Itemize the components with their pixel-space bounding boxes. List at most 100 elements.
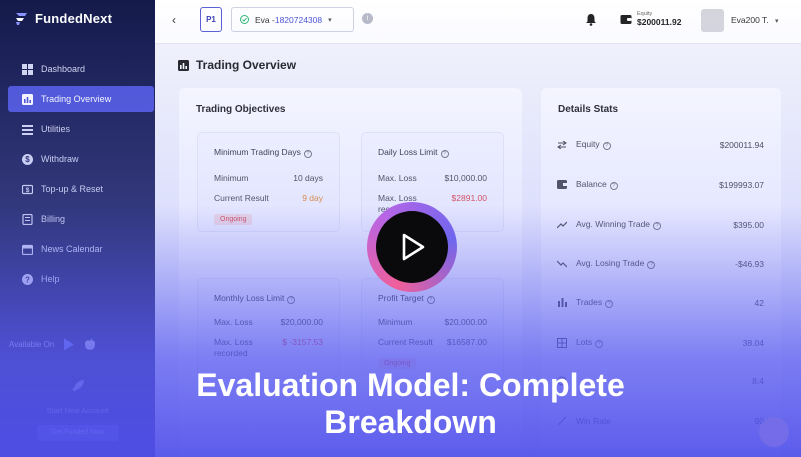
sidebar-item-label: Dashboard — [41, 64, 86, 74]
help-icon[interactable]: ? — [602, 142, 611, 150]
trend-up-icon — [557, 221, 567, 228]
help-icon[interactable]: ? — [303, 150, 312, 158]
wallet-icon — [557, 180, 567, 189]
sidebar-item-label: Help — [41, 274, 60, 284]
dollar-icon: $ — [22, 153, 33, 165]
available-on: Available On — [9, 338, 96, 351]
row-label: Max. Loss — [214, 317, 253, 327]
help-icon[interactable]: ? — [647, 261, 656, 269]
card-title-text: Monthly Loss Limit — [214, 293, 285, 303]
row-label: Max. Loss — [378, 173, 417, 183]
profit-target-card: Profit Target? Minimum $20,000.00 Current… — [361, 278, 504, 378]
phase-badge[interactable]: P1 — [200, 7, 222, 32]
sidebar-item-label: Top-up & Reset — [41, 184, 104, 194]
svg-text:$: $ — [25, 155, 30, 164]
row-value: 10 days — [293, 173, 323, 183]
monthly-loss-limit-card: Monthly Loss Limit? Max. Loss $20,000.00 … — [197, 278, 340, 378]
sidebar-item-trading-overview[interactable]: Trading Overview — [8, 86, 154, 112]
google-play-icon[interactable] — [63, 338, 75, 351]
stat-label-text: Equity — [576, 139, 600, 149]
help-icon: ? — [22, 273, 33, 285]
chart-icon — [178, 59, 189, 71]
headline-line-1: Evaluation Model: Complete — [196, 367, 625, 403]
min-trading-days-card: Minimum Trading Days? Minimum 10 days Cur… — [197, 132, 340, 232]
sidebar-item-dashboard[interactable]: Dashboard — [8, 56, 154, 82]
stat-label: Lots? — [576, 337, 604, 348]
row-label: Minimum — [214, 173, 249, 183]
check-circle-icon — [240, 15, 249, 24]
chevron-left-icon[interactable]: ‹ — [172, 13, 176, 27]
stat-label-text: Avg. Losing Trade — [576, 258, 645, 268]
sidebar-item-label: Utilities — [41, 124, 71, 134]
card-title: Minimum Trading Days? — [214, 147, 312, 158]
help-icon[interactable]: ? — [595, 340, 604, 348]
trades-icon — [558, 298, 567, 307]
lots-icon — [557, 337, 567, 348]
page-title: Trading Overview — [178, 58, 296, 72]
help-icon[interactable]: ? — [426, 296, 435, 304]
stat-value: -$46.93 — [735, 258, 764, 269]
trend-down-icon — [557, 260, 567, 267]
avatar[interactable] — [701, 9, 724, 32]
card-row: Minimum 10 days — [214, 173, 323, 183]
sidebar-item-help[interactable]: ? Help — [8, 266, 154, 292]
help-icon[interactable]: ? — [609, 182, 618, 190]
row-value: $16587.00 — [446, 337, 487, 347]
sidebar-item-withdraw[interactable]: $ Withdraw — [8, 146, 154, 172]
sidebar-item-news-calendar[interactable]: News Calendar — [8, 236, 154, 262]
topup-icon: $ — [22, 184, 33, 194]
chevron-down-icon: ▾ — [328, 16, 332, 24]
card-title: Profit Target? — [378, 293, 435, 304]
row-label: Max. Loss recorded — [214, 337, 253, 358]
stat-row-avg-winning-trade: Avg. Winning Trade? $395.00 — [557, 219, 764, 230]
account-selector[interactable]: Eva -1820724308 ▾ — [231, 7, 354, 32]
card-row: Minimum $20,000.00 — [378, 317, 487, 327]
help-icon[interactable]: ? — [653, 222, 662, 230]
sidebar-item-label: Withdraw — [41, 154, 79, 164]
card-row: Current Result $16587.00 — [378, 337, 487, 347]
wallet-icon — [620, 14, 632, 24]
bell-icon[interactable] — [585, 13, 597, 26]
stat-label-text: Balance — [576, 179, 607, 189]
panel-title: Trading Objectives — [196, 104, 286, 115]
stat-row-avg-losing-trade: Avg. Losing Trade? -$46.93 — [557, 258, 764, 269]
sidebar-item-label: News Calendar — [41, 244, 103, 254]
apple-icon[interactable] — [84, 338, 96, 351]
row-value: $ -3157.53 — [282, 337, 323, 347]
svg-text:$: $ — [26, 187, 30, 194]
stat-label: Equity? — [576, 139, 611, 150]
available-on-label: Available On — [9, 340, 55, 349]
stat-row-lots: Lots? 38.04 — [557, 337, 764, 348]
play-button-inner — [376, 211, 448, 283]
user-name: Eva200 T. — [731, 15, 769, 25]
play-button[interactable] — [367, 202, 457, 292]
stat-label-text: Trades — [576, 297, 603, 307]
fundednext-logo-icon — [16, 13, 27, 25]
help-icon[interactable]: ? — [605, 300, 614, 308]
help-icon[interactable]: ? — [440, 150, 449, 158]
video-headline: Evaluation Model: Complete Breakdown — [0, 367, 801, 441]
info-icon[interactable]: i — [362, 13, 373, 24]
stat-row-equity: Equity? $200011.94 — [557, 139, 764, 150]
stat-label-text: Lots — [576, 337, 593, 347]
account-name: Eva - — [255, 14, 275, 25]
sidebar-item-utilities[interactable]: Utilities — [8, 116, 154, 142]
chart-icon — [22, 93, 33, 105]
row-value: 9 day — [302, 193, 323, 203]
user-menu[interactable]: Eva200 T. ▾ — [731, 15, 779, 25]
sidebar-item-billing[interactable]: Billing — [8, 206, 154, 232]
account-number: 1820724308 — [274, 14, 323, 25]
sidebar-item-topup-reset[interactable]: $ Top-up & Reset — [8, 176, 154, 202]
swap-icon — [557, 140, 567, 149]
brand-logo[interactable]: FundedNext — [14, 10, 112, 26]
chat-bubble-icon[interactable] — [759, 417, 789, 447]
equity-text: Equity $200011.92 — [637, 11, 681, 27]
stat-value: 38.04 — [742, 337, 764, 348]
card-row: Max. Loss recorded $ -3157.53 — [214, 337, 323, 359]
svg-text:?: ? — [25, 275, 30, 284]
headline-line-2: Breakdown — [324, 404, 497, 440]
tools-icon — [22, 124, 33, 135]
stat-row-balance: Balance? $199993.07 — [557, 179, 764, 190]
help-icon[interactable]: ? — [287, 296, 296, 304]
calendar-icon — [22, 244, 33, 255]
